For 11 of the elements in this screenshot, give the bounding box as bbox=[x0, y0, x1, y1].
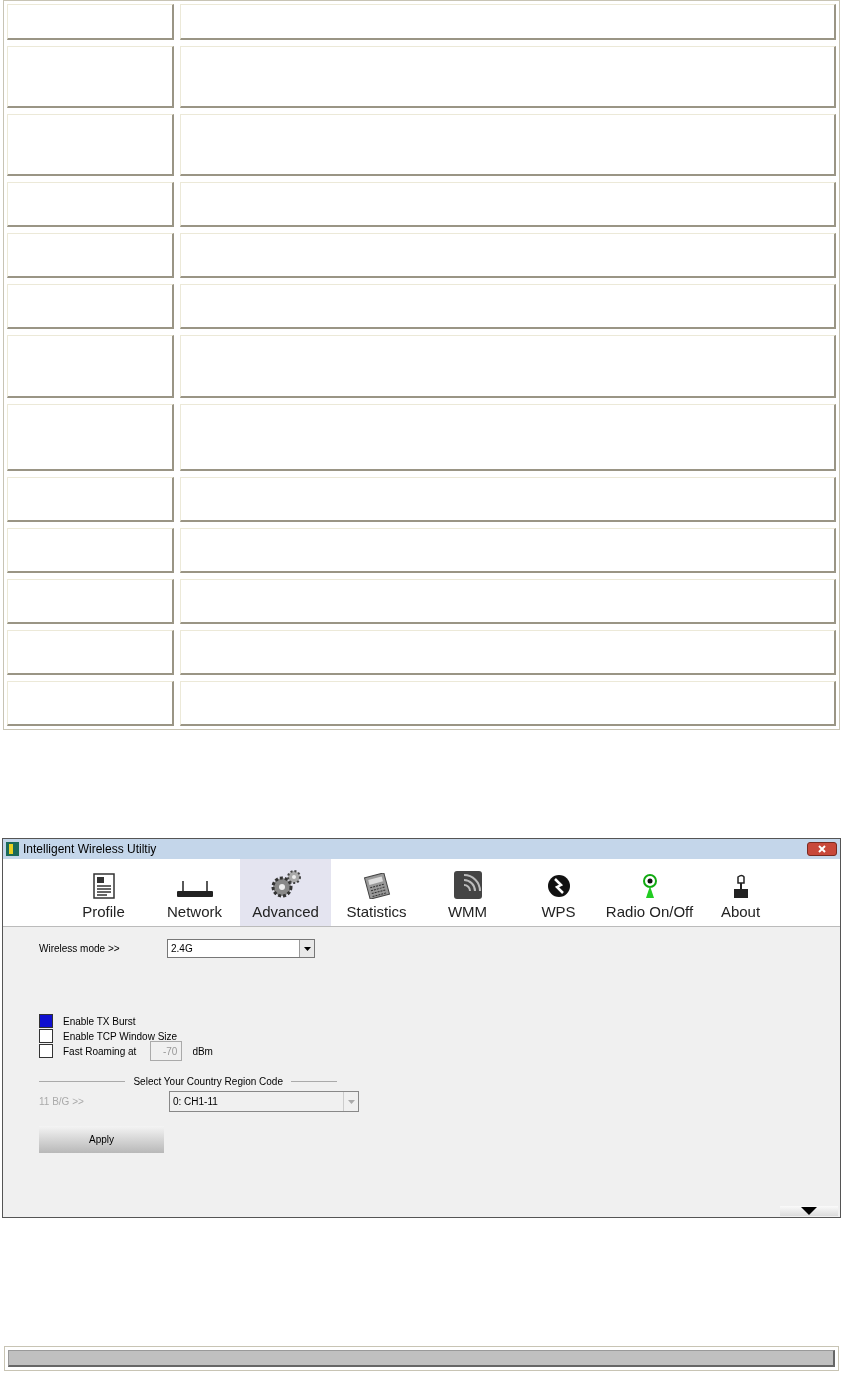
wireless-mode-dropdown[interactable]: 2.4G bbox=[167, 939, 315, 958]
toolbar-tab[interactable]: Advanced bbox=[240, 859, 331, 926]
field-label: 11 B/G >> bbox=[39, 1095, 85, 1109]
field-label: Wireless mode >> bbox=[39, 942, 121, 956]
option-label: Fast Roaming at bbox=[63, 1044, 137, 1059]
option-label: Enable TX Burst bbox=[63, 1014, 136, 1029]
apply-button[interactable]: Apply bbox=[39, 1126, 164, 1153]
window-title: Intelligent Wireless Utiltiy bbox=[23, 841, 157, 858]
unit-label: dBm bbox=[192, 1044, 213, 1059]
group-title: Select Your Country Region Code bbox=[133, 1075, 283, 1089]
option-label: Enable TCP Window Size bbox=[63, 1029, 178, 1044]
